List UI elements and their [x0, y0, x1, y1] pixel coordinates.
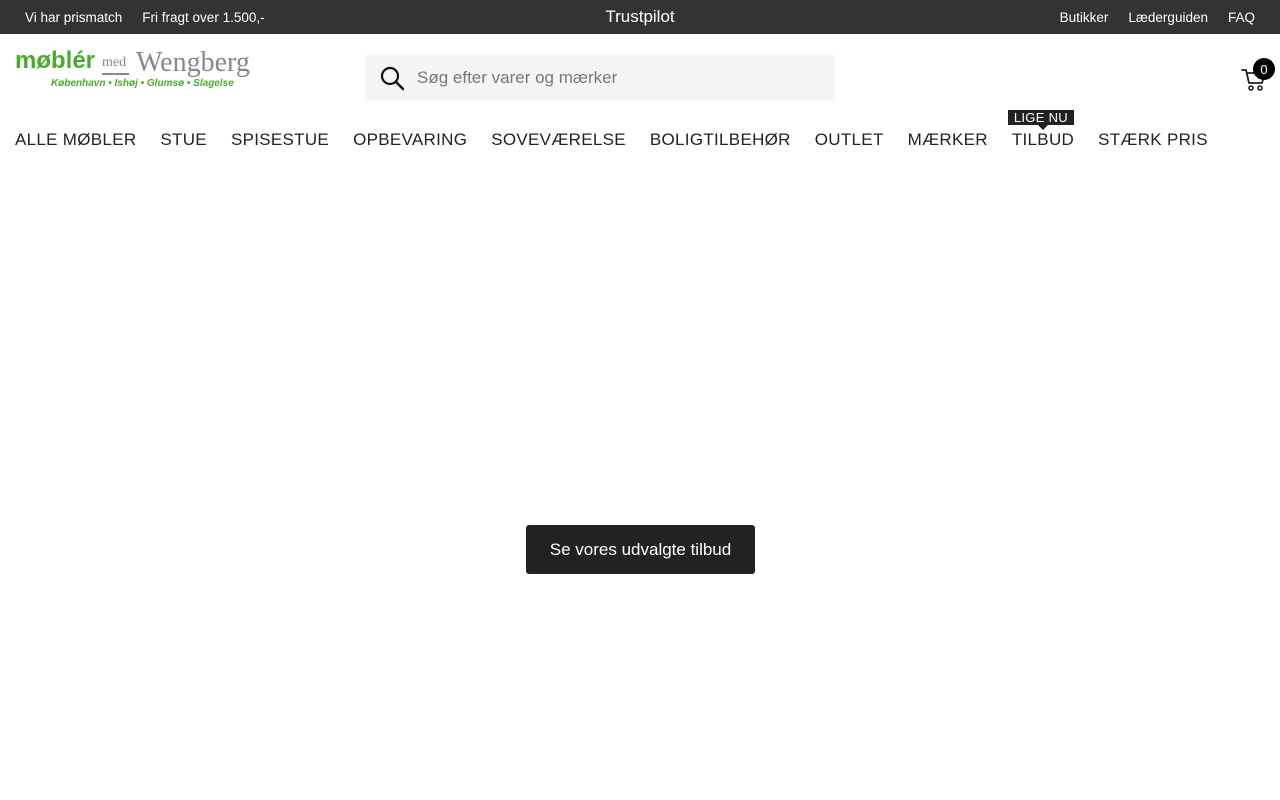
faq-link[interactable]: FAQ [1228, 10, 1255, 25]
nav-item-living-room[interactable]: STUE [160, 130, 207, 150]
top-bar-right: Butikker Læderguiden FAQ [1060, 0, 1255, 34]
see-offers-button[interactable]: Se vores udvalgte tilbud [526, 525, 755, 574]
site-logo[interactable]: møblér med Wengberg København • Ishøj • … [15, 47, 260, 92]
search-bar [365, 55, 835, 100]
logo-med-text: med [102, 55, 127, 70]
nav-item-offers[interactable]: LIGE NU TILBUD [1007, 110, 1075, 150]
nav-item-outlet[interactable]: OUTLET [815, 130, 884, 150]
top-bar: Vi har prismatch Fri fragt over 1.500,- … [0, 0, 1280, 34]
free-shipping-link[interactable]: Fri fragt over 1.500,- [142, 10, 264, 25]
nav-item-bedroom[interactable]: SOVEVÆRELSE [491, 130, 626, 150]
offers-tag-badge: LIGE NU [1007, 110, 1074, 130]
nav-item-strong-price[interactable]: STÆRK PRIS [1098, 130, 1208, 150]
stores-link[interactable]: Butikker [1060, 10, 1109, 25]
nav-item-brands[interactable]: MÆRKER [908, 130, 988, 150]
trustpilot-link[interactable]: Trustpilot [605, 7, 674, 27]
cart-count-badge: 0 [1253, 58, 1275, 80]
logo-brand-text: møblér [15, 47, 96, 74]
top-bar-left: Vi har prismatch Fri fragt over 1.500,- [25, 0, 265, 34]
nav-item-all-furniture[interactable]: ALLE MØBLER [15, 130, 136, 150]
nav-item-storage[interactable]: OPBEVARING [353, 130, 467, 150]
logo-locations-text: København • Ishøj • Glumsø • Slagelse [51, 78, 234, 89]
search-icon[interactable] [379, 65, 405, 91]
main-navigation: ALLE MØBLER STUE SPISESTUE OPBEVARING SO… [15, 110, 1208, 152]
nav-item-offers-label: TILBUD [1011, 130, 1075, 149]
leather-guide-link[interactable]: Læderguiden [1128, 10, 1208, 25]
price-match-link[interactable]: Vi har prismatch [25, 10, 122, 25]
logo-underline [102, 73, 129, 75]
nav-item-home-accessories[interactable]: BOLIGTILBEHØR [650, 130, 791, 150]
nav-item-dining-room[interactable]: SPISESTUE [231, 130, 329, 150]
logo-name-text: Wengberg [136, 47, 250, 78]
search-input[interactable] [417, 55, 827, 100]
